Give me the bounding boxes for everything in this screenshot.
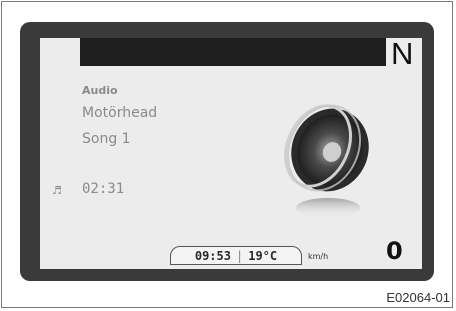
clock-temperature-pill: 09:53 | 19°C	[170, 246, 302, 265]
top-status-bar	[80, 38, 386, 66]
tft-screen: N Audio Motörhead Song 1 ♬ 02:31 09:53 |…	[40, 38, 422, 269]
artist-name: Motörhead	[82, 105, 158, 121]
speed-value: 0	[386, 237, 403, 265]
clock: 09:53	[194, 248, 231, 263]
song-title: Song 1	[82, 131, 131, 147]
separator: |	[235, 248, 244, 263]
music-note-icon: ♬	[52, 184, 62, 197]
figure-id: E02064-01	[386, 290, 450, 305]
speed-unit: km/h	[308, 252, 329, 261]
elapsed-time: 02:31	[82, 181, 125, 197]
audio-source-label: Audio	[82, 84, 118, 97]
speaker-icon	[284, 104, 369, 218]
temperature: 19°C	[248, 248, 278, 263]
gear-indicator: N	[391, 38, 414, 71]
